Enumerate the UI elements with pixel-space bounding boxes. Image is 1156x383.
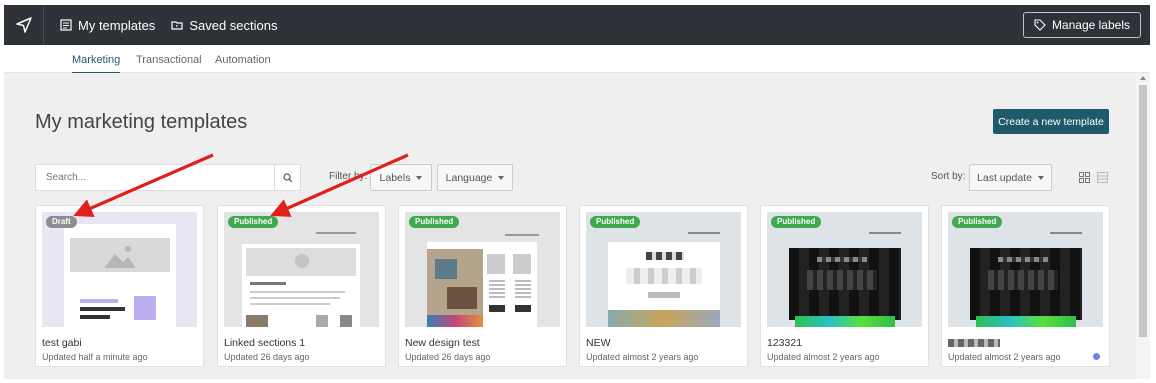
send-logo-icon[interactable] bbox=[4, 5, 44, 45]
template-name: test gabi bbox=[42, 337, 82, 349]
tab-transactional[interactable]: Transactional bbox=[136, 54, 202, 66]
template-card[interactable]: Published New design test Updated 26 day… bbox=[399, 206, 566, 366]
template-thumbnail: Published bbox=[586, 212, 741, 327]
grid-view-toggle[interactable] bbox=[1079, 170, 1090, 188]
status-badge: Published bbox=[590, 216, 641, 228]
list-view-icon bbox=[1097, 172, 1108, 183]
chevron-down-icon bbox=[498, 175, 505, 180]
nav-my-templates[interactable]: My templates bbox=[60, 18, 155, 33]
template-updated: Updated almost 2 years ago bbox=[767, 352, 880, 362]
language-dropdown[interactable]: Language bbox=[437, 164, 513, 191]
template-thumbnail: Published bbox=[224, 212, 379, 327]
template-thumbnail: Published bbox=[948, 212, 1103, 327]
vertical-scrollbar[interactable] bbox=[1136, 73, 1150, 379]
labels-dropdown-label: Labels bbox=[379, 171, 411, 184]
search-input[interactable] bbox=[36, 165, 274, 190]
status-dot bbox=[1093, 353, 1100, 360]
create-template-button[interactable]: Create a new template bbox=[993, 109, 1109, 134]
template-updated: Updated almost 2 years ago bbox=[948, 352, 1061, 362]
search-box bbox=[35, 164, 301, 191]
scroll-up-arrow-icon[interactable] bbox=[1140, 76, 1146, 80]
template-card[interactable]: Published Updated almost 2 years ago bbox=[942, 206, 1109, 366]
chevron-down-icon bbox=[416, 175, 423, 180]
page-title: My marketing templates bbox=[35, 111, 248, 133]
sort-dropdown-value: Last update bbox=[977, 171, 1032, 184]
tag-icon bbox=[1034, 19, 1046, 31]
template-name-redacted bbox=[948, 339, 1000, 347]
top-navigation-bar: My templates Saved sections Manage label… bbox=[4, 5, 1150, 45]
template-name: 123321 bbox=[767, 337, 803, 349]
tab-automation[interactable]: Automation bbox=[215, 54, 271, 66]
status-badge: Published bbox=[409, 216, 460, 228]
template-type-tabs: Marketing Transactional Automation bbox=[4, 45, 1150, 74]
nav-saved-sections[interactable]: Saved sections bbox=[171, 18, 277, 33]
template-updated: Updated half a minute ago bbox=[42, 352, 148, 362]
chevron-down-icon bbox=[1037, 175, 1044, 180]
status-badge: Published bbox=[228, 216, 279, 228]
search-icon bbox=[282, 172, 292, 182]
manage-labels-button[interactable]: Manage labels bbox=[1022, 12, 1141, 38]
search-button[interactable] bbox=[274, 165, 300, 190]
template-name: New design test bbox=[405, 337, 480, 349]
labels-dropdown[interactable]: Labels bbox=[370, 164, 432, 191]
language-dropdown-label: Language bbox=[445, 171, 493, 184]
template-thumbnail: Published bbox=[767, 212, 922, 327]
template-name: NEW bbox=[586, 337, 611, 349]
status-badge: Published bbox=[771, 216, 822, 228]
template-updated: Updated 26 days ago bbox=[405, 352, 491, 362]
template-card[interactable]: Published Linked sections 1 Updated 26 d… bbox=[218, 206, 385, 366]
image-placeholder-icon bbox=[104, 246, 136, 268]
templates-content: My marketing templates Create a new temp… bbox=[4, 73, 1136, 379]
manage-labels-label: Manage labels bbox=[1051, 18, 1130, 32]
template-updated: Updated 26 days ago bbox=[224, 352, 310, 362]
template-updated: Updated almost 2 years ago bbox=[586, 352, 699, 362]
template-card[interactable]: Published 123321 Updated almost 2 years … bbox=[761, 206, 928, 366]
saved-sections-icon bbox=[171, 21, 183, 30]
filter-by-label: Filter by: bbox=[329, 171, 368, 182]
template-name: Linked sections 1 bbox=[224, 337, 306, 349]
grid-view-icon bbox=[1079, 172, 1090, 183]
template-thumbnail: Draft bbox=[42, 212, 197, 327]
status-badge: Published bbox=[952, 216, 1003, 228]
nav-my-templates-label: My templates bbox=[78, 17, 156, 33]
scrollbar-thumb[interactable] bbox=[1139, 85, 1147, 337]
template-card[interactable]: Published NEW Updated almost 2 years ago bbox=[580, 206, 747, 366]
template-card[interactable]: Draft test gabi Updated half a minute ag… bbox=[36, 206, 203, 366]
sort-by-label: Sort by: bbox=[931, 171, 966, 182]
template-thumbnail: Published bbox=[405, 212, 560, 327]
list-view-toggle[interactable] bbox=[1097, 170, 1108, 188]
tab-marketing[interactable]: Marketing bbox=[72, 54, 121, 74]
status-badge: Draft bbox=[46, 216, 77, 228]
sort-dropdown[interactable]: Last update bbox=[969, 164, 1052, 191]
nav-saved-sections-label: Saved sections bbox=[189, 17, 278, 33]
template-icon bbox=[60, 19, 72, 31]
